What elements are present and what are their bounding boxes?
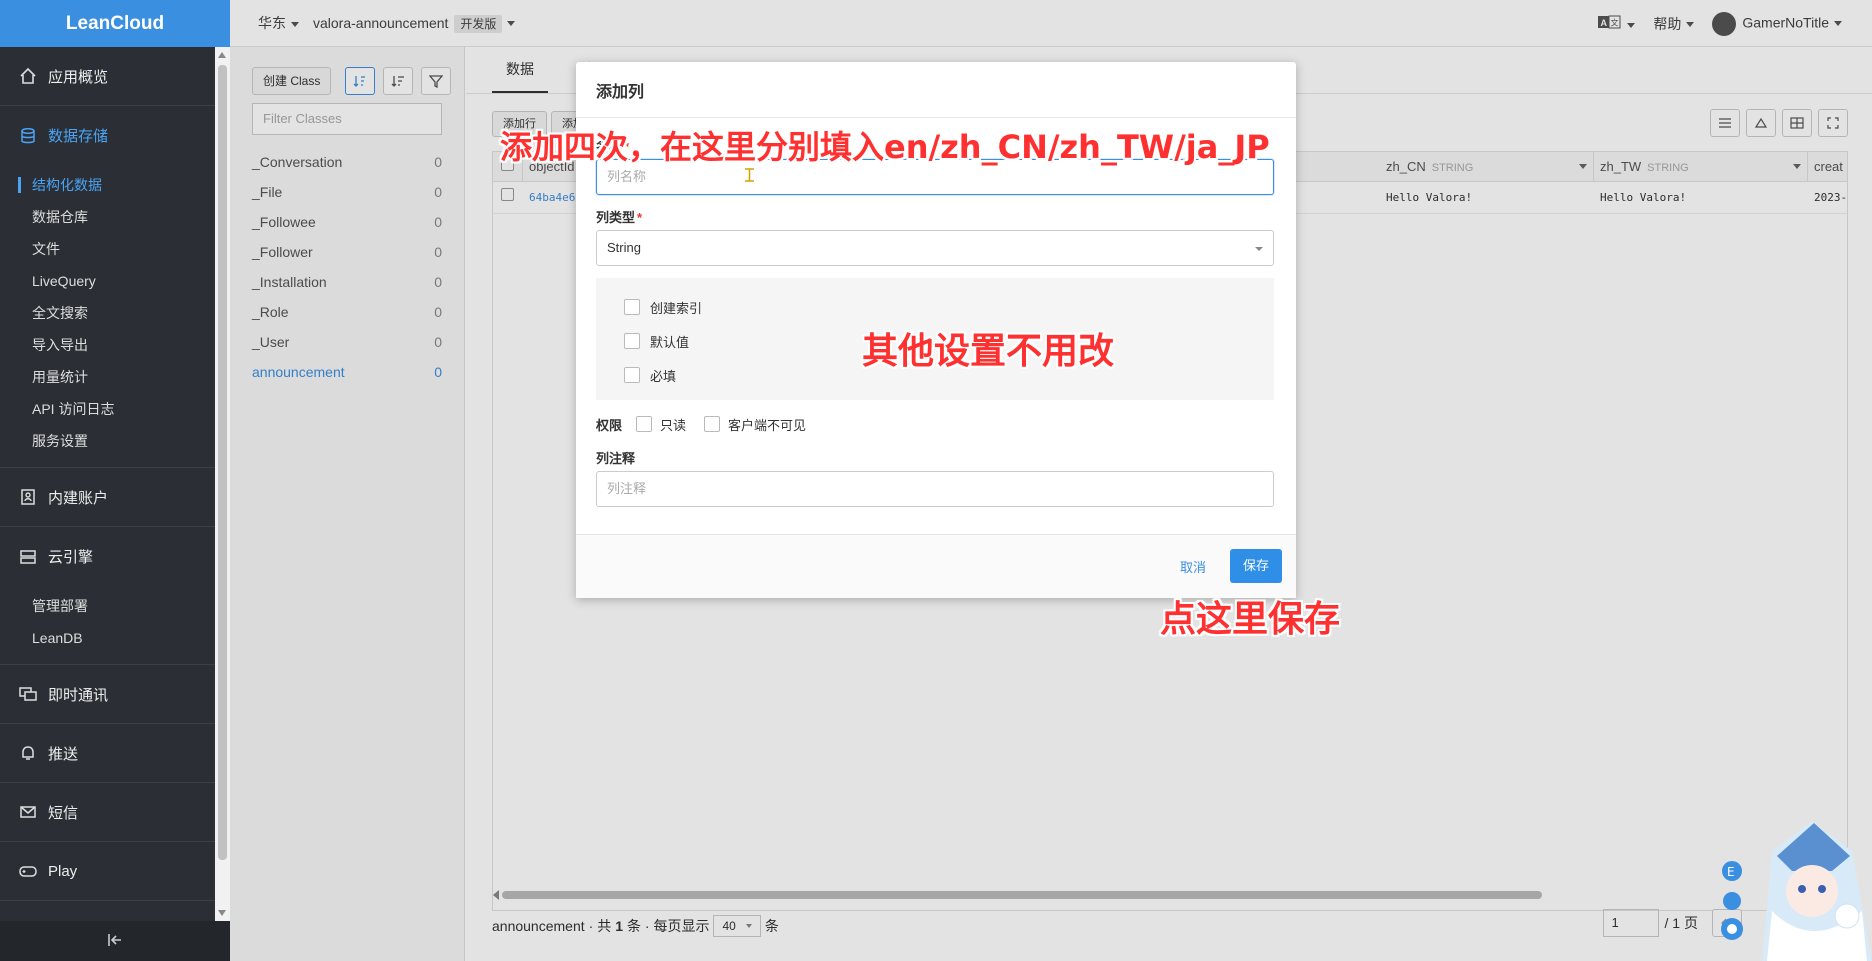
engine-submenu: 管理部署 LeanDB [0, 586, 215, 665]
cancel-button[interactable]: 取消 [1180, 557, 1206, 576]
sidebar-item-api-logs[interactable]: API 访问日志 [0, 393, 215, 425]
collapse-icon [107, 933, 123, 950]
scroll-up-icon[interactable] [218, 52, 226, 58]
sidebar-item-livequery[interactable]: LiveQuery [0, 265, 215, 297]
sidebar-item-usage-stats[interactable]: 用量统计 [0, 361, 215, 393]
sidebar-item-accounts[interactable]: 内建账户 [0, 468, 215, 527]
column-type-select[interactable]: String [596, 230, 1274, 266]
sidebar-nav: 应用概览 数据存储 结构化数据 数据仓库 文件 LiveQuery 全文搜索 导… [0, 47, 215, 921]
column-comment-input[interactable]: 列注释 [596, 471, 1274, 507]
permissions-row: 权限 只读 客户端不可见 [596, 412, 1276, 436]
mail-icon [18, 802, 38, 822]
column-comment-label: 列注释 [596, 451, 636, 466]
sidebar-item-label: 短信 [48, 804, 79, 822]
default-value-checkbox[interactable] [624, 333, 640, 349]
readonly-checkbox[interactable] [636, 416, 653, 432]
server-icon [18, 547, 38, 567]
create-index-option[interactable]: 创建索引 [624, 290, 1246, 324]
dialog-footer: 取消 保存 [576, 534, 1296, 598]
sidebar-item-service-settings[interactable]: 服务设置 [0, 425, 215, 457]
create-index-checkbox[interactable] [624, 299, 640, 315]
gamepad-icon [18, 861, 38, 881]
sidebar-item-label: 应用概览 [48, 68, 109, 86]
column-type-label: 列类型 * [596, 210, 643, 225]
database-icon [18, 126, 38, 146]
account-icon [18, 487, 38, 507]
annotation-middle: 其他设置不用改 [862, 331, 1115, 372]
sidebar-item-label: 云引擎 [48, 549, 94, 566]
sidebar-item-cloud-engine[interactable]: 云引擎 [0, 527, 215, 586]
scroll-down-icon[interactable] [218, 910, 226, 916]
brand-logo[interactable]: LeanCloud [0, 0, 230, 47]
sidebar-item-label: 推送 [48, 745, 79, 763]
sidebar-item-data-warehouse[interactable]: 数据仓库 [0, 201, 215, 233]
collapse-sidebar-button[interactable] [0, 921, 230, 961]
annotation-top: 添加四次，在这里分别填入en/zh_CN/zh_TW/ja_JP [500, 128, 1270, 166]
sidebar: LeanCloud 应用概览 数据存储 结构化数据 数据仓库 文件 LiveQu… [0, 0, 230, 961]
sidebar-item-structured-data[interactable]: 结构化数据 [0, 169, 215, 201]
sidebar-item-label: 内建账户 [48, 489, 109, 507]
sidebar-scrollbar[interactable] [215, 47, 230, 921]
sidebar-item-import-export[interactable]: 导入导出 [0, 329, 215, 361]
cursor-icon [745, 168, 754, 182]
sidebar-item-label: 即时通讯 [48, 686, 109, 704]
save-button[interactable]: 保存 [1230, 549, 1282, 583]
dialog-body: 名称 * 列名称 列类型 * String 创建索引 默认值 必填 权限 只读 客户… [596, 118, 1276, 507]
scrollbar-thumb[interactable] [218, 65, 227, 860]
bell-icon [18, 743, 38, 763]
dialog-title: 添加列 [576, 62, 1296, 118]
sidebar-item-im[interactable]: 即时通讯 [0, 665, 215, 724]
sidebar-item-leandb[interactable]: LeanDB [0, 622, 215, 654]
sidebar-item-fulltext-search[interactable]: 全文搜索 [0, 297, 215, 329]
sidebar-item-push[interactable]: 推送 [0, 724, 215, 783]
sidebar-item-label: 数据存储 [48, 128, 109, 145]
required-checkbox[interactable] [624, 367, 640, 383]
sidebar-item-play[interactable]: Play [0, 842, 215, 901]
sidebar-item-sms[interactable]: 短信 [0, 783, 215, 842]
permissions-label: 权限 [596, 417, 623, 433]
annotation-save: 点这里保存 [1160, 599, 1341, 640]
chevron-down-icon [1255, 247, 1263, 251]
mascot-decoration: E [1721, 821, 1872, 961]
sidebar-item-storage[interactable]: 数据存储 [0, 106, 215, 165]
sidebar-item-files[interactable]: 文件 [0, 233, 215, 265]
sidebar-item-overview[interactable]: 应用概览 [0, 47, 215, 106]
chat-icon [18, 684, 38, 704]
home-icon [18, 66, 38, 86]
svg-text:E: E [1727, 865, 1735, 879]
client-hidden-checkbox[interactable] [704, 416, 721, 432]
storage-submenu: 结构化数据 数据仓库 文件 LiveQuery 全文搜索 导入导出 用量统计 A… [0, 165, 215, 468]
sidebar-item-label: Play [48, 862, 78, 880]
sidebar-item-deploy[interactable]: 管理部署 [0, 590, 215, 622]
